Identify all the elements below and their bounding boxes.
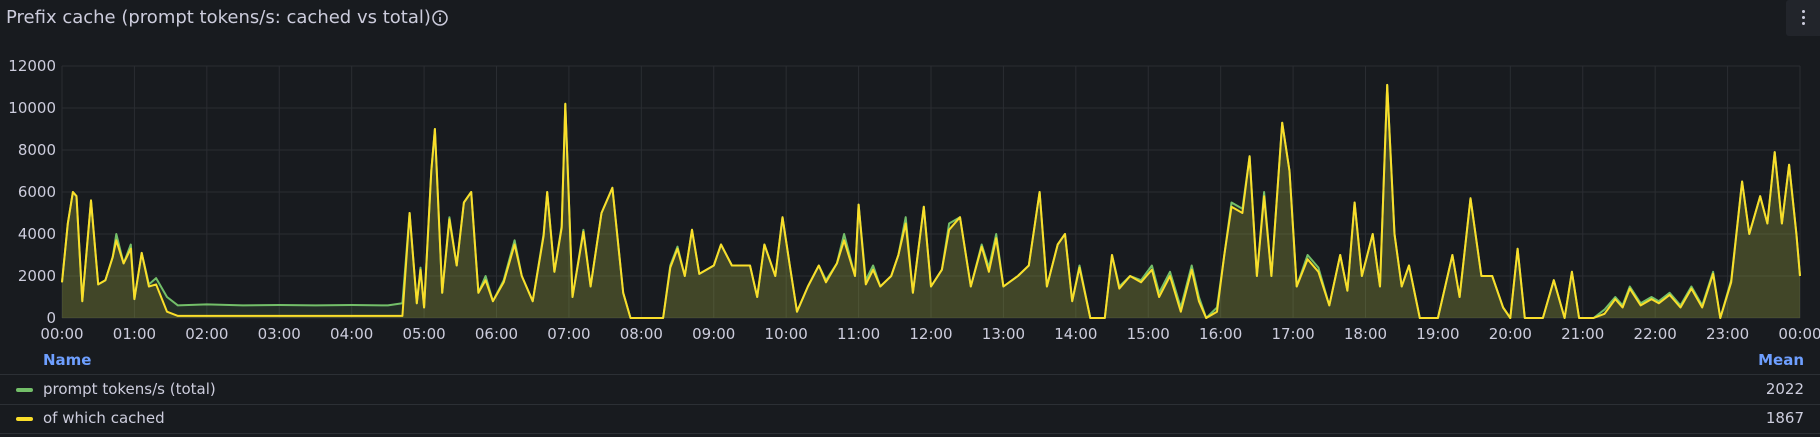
x-tick-label: 07:00 [547,325,590,343]
panel-header: Prefix cache (prompt tokens/s: cached vs… [0,0,1820,38]
x-tick-label: 00:00 [40,325,83,343]
y-tick-label: 2000 [18,267,56,285]
x-tick-label: 18:00 [1344,325,1387,343]
y-tick-label: 4000 [18,225,56,243]
x-tick-label: 10:00 [765,325,808,343]
x-tick-label: 19:00 [1416,325,1459,343]
y-tick-label: 8000 [18,141,56,159]
x-tick-label: 08:00 [620,325,663,343]
x-tick-label: 04:00 [330,325,373,343]
y-tick-label: 10000 [8,99,56,117]
x-tick-label: 00:00 [1778,325,1820,343]
x-tick-label: 09:00 [692,325,735,343]
x-tick-label: 16:00 [1199,325,1242,343]
legend-header: Name Mean [0,346,1820,375]
x-tick-label: 20:00 [1489,325,1532,343]
panel-menu-button[interactable] [1786,0,1820,36]
legend-mean-header[interactable]: Mean [1758,351,1804,369]
series-name[interactable]: prompt tokens/s (total) [43,380,216,398]
series-name[interactable]: of which cached [43,409,165,427]
x-tick-label: 21:00 [1561,325,1604,343]
series-color-swatch [16,417,33,421]
info-circle-icon[interactable] [430,8,450,28]
x-tick-label: 22:00 [1634,325,1677,343]
x-tick-label: 14:00 [1054,325,1097,343]
y-tick-label: 12000 [8,57,56,75]
panel-title: Prefix cache (prompt tokens/s: cached vs… [6,7,431,28]
legend-row-cached[interactable]: of which cached 1867 [0,404,1820,434]
x-tick-label: 05:00 [402,325,445,343]
legend-row-total[interactable]: prompt tokens/s (total) 2022 [0,375,1820,405]
series-mean: 2022 [1765,380,1804,398]
x-tick-label: 11:00 [837,325,880,343]
x-tick-label: 12:00 [909,325,952,343]
y-tick-label: 6000 [18,183,56,201]
x-tick-label: 01:00 [113,325,156,343]
x-tick-label: 23:00 [1706,325,1749,343]
kebab-menu-icon [1802,10,1805,13]
timeseries-chart[interactable]: 02000400060008000100001200000:00 01:00 02:… [0,40,1820,345]
x-tick-label: 02:00 [185,325,228,343]
series-color-swatch [16,388,33,392]
x-tick-label: 13:00 [982,325,1025,343]
x-tick-label: 15:00 [1127,325,1170,343]
x-tick-label: 17:00 [1271,325,1314,343]
x-tick-label: 06:00 [475,325,518,343]
series-mean: 1867 [1765,409,1804,427]
x-tick-label: 03:00 [258,325,301,343]
legend-name-header[interactable]: Name [43,351,91,369]
